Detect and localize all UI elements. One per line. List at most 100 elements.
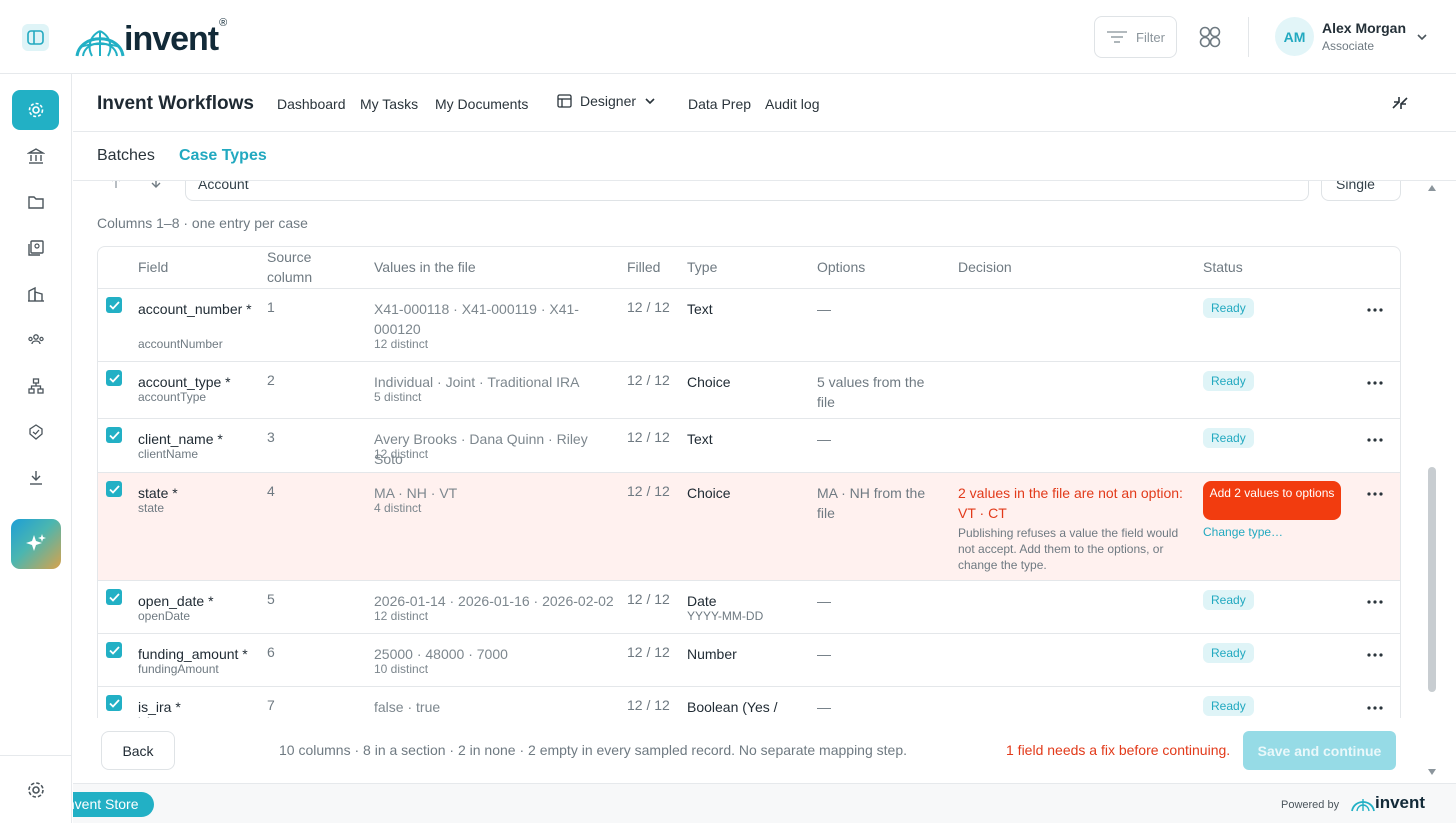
arrow-up-icon[interactable] — [109, 181, 123, 189]
more-options-icon[interactable] — [1366, 491, 1384, 497]
check-icon — [108, 300, 120, 310]
settings-gear-icon[interactable] — [24, 778, 48, 802]
rail-divider — [0, 755, 72, 756]
field-type[interactable]: Number — [687, 644, 807, 664]
field-options: — — [817, 301, 831, 317]
status-badge: Ready — [1203, 696, 1254, 716]
powered-logo-text: invent — [1375, 793, 1426, 812]
nav-link-designer: Designer — [580, 93, 637, 109]
header-values: Values in the file — [374, 259, 476, 275]
table-row[interactable]: is_ira * isIra 7 false · true 12 / 12 Bo… — [98, 686, 1400, 718]
row-checkbox[interactable] — [106, 370, 122, 386]
row-checkbox[interactable] — [106, 642, 122, 658]
field-options: 5 values from the file — [817, 374, 925, 410]
user-name[interactable]: Alex Morgan — [1322, 20, 1406, 36]
source-column: 5 — [267, 591, 275, 607]
field-key: state — [138, 501, 165, 515]
rail-documents-icon[interactable] — [12, 228, 59, 268]
chevron-down-icon[interactable] — [1416, 31, 1428, 43]
scroll-down-arrow-icon[interactable] — [1428, 769, 1436, 775]
invent-logo[interactable]: invent ® — [74, 17, 227, 57]
invent-store-label: Invent Store — [73, 796, 139, 812]
invent-store-button[interactable]: Invent Store — [73, 792, 154, 817]
add-values-to-options-button[interactable]: Add 2 values to options — [1203, 481, 1341, 520]
save-and-continue-button[interactable]: Save and continue — [1243, 731, 1396, 770]
avatar[interactable]: AM — [1275, 17, 1314, 56]
ai-assistant-sparkle-icon[interactable] — [11, 519, 61, 569]
field-name: is_ira * — [138, 699, 181, 715]
table-row-error[interactable]: state * state 4 MA · NH · VT 4 distinct … — [98, 472, 1400, 580]
tab-batches[interactable]: Batches — [97, 147, 155, 165]
more-options-icon[interactable] — [1366, 380, 1384, 386]
nav-link-dashboard[interactable]: Dashboard — [277, 96, 346, 112]
rail-download-icon[interactable] — [12, 458, 59, 498]
more-options-icon[interactable] — [1366, 437, 1384, 443]
table-row[interactable]: account_type * accountType 2 Individual … — [98, 361, 1400, 418]
columns-note: Columns 1–8 · one entry per case — [97, 215, 308, 231]
type-format: YYYY-MM-DD — [687, 609, 764, 623]
field-name: state * — [138, 485, 178, 501]
table-row[interactable]: funding_amount * fundingAmount 6 25000 ·… — [98, 633, 1400, 686]
needs-fix-warning: 1 field needs a fix before continuing. — [1006, 742, 1231, 758]
rail-buildings-icon[interactable] — [12, 274, 59, 314]
header-type: Type — [687, 259, 718, 275]
rail-hierarchy-icon[interactable] — [12, 366, 59, 406]
scrollbar-thumb[interactable] — [1428, 467, 1436, 692]
distinct-count: 12 distinct — [374, 609, 429, 623]
field-type[interactable]: Choice — [687, 483, 807, 503]
header-source-column: Source column — [267, 249, 313, 285]
row-checkbox[interactable] — [106, 481, 122, 497]
rail-bank-icon[interactable] — [12, 136, 59, 176]
more-options-icon[interactable] — [1366, 307, 1384, 313]
collapse-icon[interactable] — [1391, 94, 1409, 112]
field-name: open_date * — [138, 593, 214, 609]
decision-error: 2 values in the file are not an option: … — [958, 485, 1183, 521]
rail-badge-check-icon[interactable] — [12, 412, 59, 452]
more-options-icon[interactable] — [1366, 599, 1384, 605]
header-field: Field — [138, 259, 169, 275]
row-checkbox[interactable] — [106, 427, 122, 443]
more-options-icon[interactable] — [1366, 705, 1384, 711]
rail-users-icon[interactable] — [12, 320, 59, 360]
back-button[interactable]: Back — [101, 731, 175, 770]
rail-workflows-gear-icon[interactable] — [12, 90, 59, 130]
powered-by-logo: invent — [1351, 794, 1425, 812]
field-key: fundingAmount — [138, 662, 219, 676]
table-row[interactable]: account_number * accountNumber 1 X41-000… — [98, 288, 1400, 361]
field-type[interactable]: Text — [687, 429, 807, 449]
row-checkbox[interactable] — [106, 695, 122, 711]
field-type[interactable]: Choice — [687, 372, 807, 392]
scroll-up-arrow-icon[interactable] — [1428, 185, 1436, 191]
change-type-link[interactable]: Change type… — [1203, 525, 1283, 539]
rail-folder-icon[interactable] — [12, 182, 59, 222]
field-type[interactable]: Boolean (Yes / — [687, 697, 797, 717]
field-key: accountNumber — [138, 337, 223, 351]
file-values: 2026-01-14 · 2026-01-16 · 2026-02-02 — [374, 593, 614, 609]
nav-link-my-documents[interactable]: My Documents — [435, 96, 528, 112]
source-column: 7 — [267, 697, 275, 713]
filter-button[interactable]: Filter — [1094, 16, 1177, 58]
sidebar-toggle-icon[interactable] — [22, 24, 49, 51]
section-mode-select[interactable]: Single — [1321, 181, 1401, 201]
field-options: MA · NH from the file — [817, 485, 926, 521]
apps-grid-icon[interactable] — [1199, 26, 1221, 48]
table-row[interactable]: open_date * openDate 5 2026-01-14 · 2026… — [98, 580, 1400, 633]
row-checkbox[interactable] — [106, 297, 122, 313]
field-name: funding_amount * — [138, 646, 248, 662]
more-options-icon[interactable] — [1366, 652, 1384, 658]
nav-designer-dropdown[interactable]: Designer — [557, 93, 656, 109]
arrow-down-icon[interactable] — [149, 181, 163, 189]
partial-section-row: Account Single — [97, 181, 1407, 203]
check-icon — [108, 484, 120, 494]
section-name-input[interactable]: Account — [185, 181, 1309, 201]
row-checkbox[interactable] — [106, 589, 122, 605]
nav-link-data-prep[interactable]: Data Prep — [688, 96, 751, 112]
table-row[interactable]: client_name * clientName 3 Avery Brooks … — [98, 418, 1400, 472]
field-type[interactable]: Text — [687, 299, 807, 319]
field-type[interactable]: Date — [687, 591, 807, 611]
nav-link-my-tasks[interactable]: My Tasks — [360, 96, 418, 112]
tab-case-types[interactable]: Case Types — [179, 147, 267, 165]
nav-link-audit-log[interactable]: Audit log — [765, 96, 819, 112]
check-icon — [108, 698, 120, 708]
filter-label: Filter — [1136, 29, 1165, 45]
